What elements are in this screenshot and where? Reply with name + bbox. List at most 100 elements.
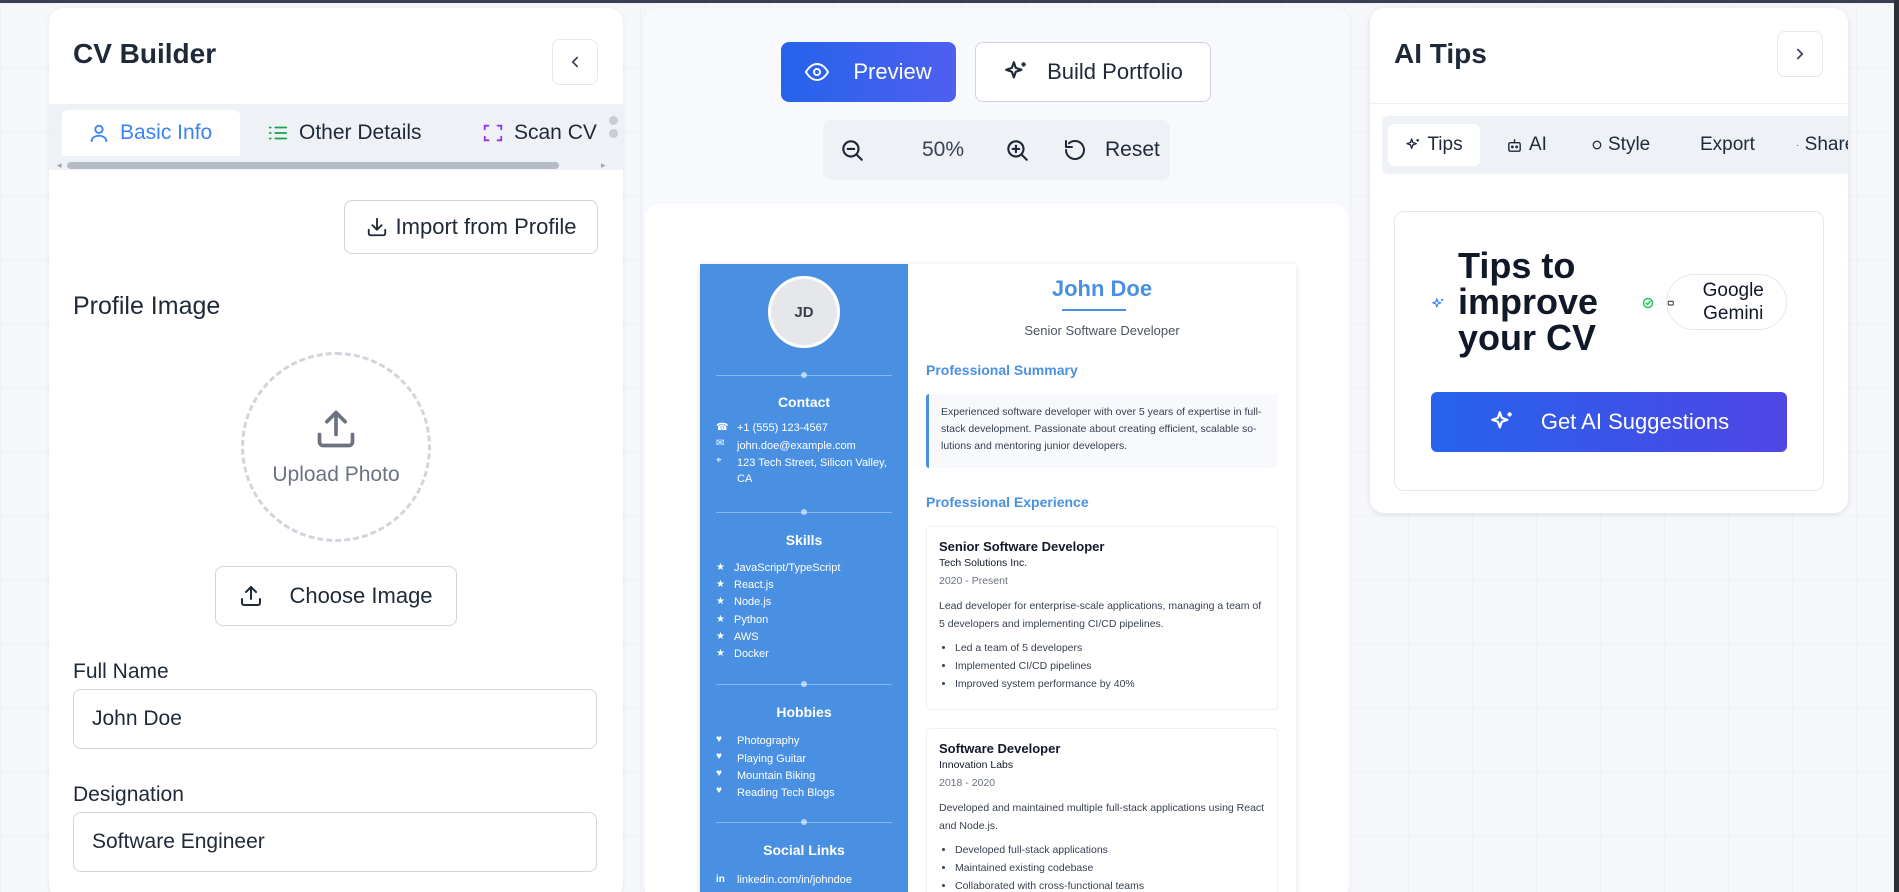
- panel-title: CV Builder: [73, 38, 217, 69]
- tab-label: Scan CV: [514, 121, 597, 144]
- scroll-left-arrow[interactable]: ◂: [57, 160, 62, 171]
- skill-item: Docker: [734, 648, 769, 660]
- full-name-input[interactable]: [73, 689, 597, 749]
- skill-item: React.js: [734, 579, 774, 591]
- chevron-right-icon: [1796, 48, 1804, 60]
- choose-image-button[interactable]: Choose Image: [215, 566, 457, 626]
- summary-heading: Professional Summary: [926, 362, 1078, 378]
- job-dates: 2018 - 2020: [939, 777, 996, 789]
- hobby-item: Photography: [737, 735, 800, 747]
- location-icon: ⌖: [716, 455, 722, 466]
- bot-icon: [1667, 300, 1674, 305]
- job-company: Innovation Labs: [939, 759, 1014, 771]
- tab-label: Share: [1804, 134, 1848, 155]
- hobby-item: Playing Guitar: [737, 753, 807, 765]
- tab-scan-cv[interactable]: Scan CV: [482, 110, 622, 156]
- job-description: Developed and maintained multiple full-s…: [939, 802, 1265, 832]
- heart-icon: ♥: [716, 751, 722, 762]
- user-icon: [90, 124, 108, 143]
- sparkles-icon: [1406, 138, 1420, 149]
- scan-icon: [483, 124, 503, 142]
- expand-panel-button[interactable]: [1777, 31, 1823, 77]
- hobby-item: Reading Tech Blogs: [737, 787, 835, 799]
- experience-item: Senior Software Developer Tech Solutions…: [926, 526, 1278, 710]
- star-icon: ★: [716, 631, 725, 642]
- scrollbar-thumb[interactable]: [67, 162, 559, 169]
- hobby-item: Mountain Biking: [737, 770, 816, 782]
- summary-text: Experienced software developer with over…: [926, 394, 1278, 468]
- full-name-label: Full Name: [73, 660, 169, 683]
- avatar: JD: [768, 276, 840, 348]
- tab-share[interactable]: · Share: [1796, 124, 1848, 166]
- star-icon: ★: [716, 579, 725, 590]
- job-bullet: Improved system performance by 40%: [955, 675, 1265, 693]
- sparkles-icon: [1432, 298, 1444, 308]
- sparkles-icon: [1490, 411, 1512, 429]
- job-title: Software Developer: [939, 741, 1061, 756]
- reset-icon: [1065, 140, 1085, 160]
- mail-icon: ✉: [716, 438, 725, 449]
- build-portfolio-button[interactable]: Build Portfolio: [975, 42, 1211, 102]
- tab-style[interactable]: Style: [1592, 124, 1650, 166]
- button-label: Reset: [1105, 138, 1160, 161]
- job-bullet: Led a team of 5 developers: [955, 639, 1265, 657]
- button-label: Import from Profile: [395, 214, 577, 239]
- designation-input[interactable]: [73, 812, 597, 872]
- tabs-vertical-scroll[interactable]: [609, 116, 619, 152]
- import-from-profile-button[interactable]: Import from Profile: [344, 200, 598, 254]
- collapse-panel-button[interactable]: [552, 39, 598, 85]
- tabs-scrollbar[interactable]: ◂ ▸: [57, 160, 609, 170]
- check-circle-icon: [1642, 297, 1654, 309]
- bot-icon: [1508, 138, 1521, 152]
- tab-basic-info[interactable]: Basic Info: [62, 110, 240, 156]
- skills-heading: Skills: [785, 532, 823, 548]
- star-icon: ★: [716, 596, 725, 607]
- provider-name: Google Gemini: [1702, 280, 1764, 324]
- cv-document: JD Contact ☎ +1 (555) 123-4567 ✉ john.do…: [700, 264, 1296, 892]
- tab-label: Other Details: [299, 121, 422, 144]
- tab-export[interactable]: Export: [1700, 124, 1755, 166]
- form-tabs: Basic Info Other Details Scan CV ◂ ▸: [49, 104, 623, 170]
- heart-icon: ♥: [716, 768, 722, 779]
- star-icon: ★: [716, 648, 725, 659]
- linkedin-link[interactable]: linkedin.com/in/johndoe: [737, 872, 897, 888]
- provider-badge: Google Gemini: [1666, 274, 1787, 330]
- cv-builder-header: CV Builder: [49, 8, 623, 104]
- phone: +1 (555) 123-4567: [737, 422, 828, 434]
- preview-panel: Preview Build Portfolio 50% Reset JD Con…: [643, 8, 1350, 892]
- job-bullets: Developed full-stack applications Mainta…: [939, 841, 1265, 892]
- button-label: Get AI Suggestions: [1540, 409, 1730, 434]
- tab-label: Basic Info: [120, 121, 213, 144]
- tab-ai[interactable]: AI: [1506, 124, 1547, 166]
- window-right-edge: [1894, 0, 1899, 892]
- phone-icon: ☎: [716, 422, 729, 433]
- divider-dot: [801, 681, 807, 687]
- hobbies-heading: Hobbies: [776, 704, 832, 720]
- reset-zoom-button[interactable]: Reset: [1063, 120, 1160, 180]
- scroll-dot: [609, 116, 618, 125]
- zoom-in-icon: [1007, 140, 1028, 161]
- share-icon: ·: [1796, 140, 1799, 150]
- header-divider: [1370, 103, 1848, 104]
- get-ai-suggestions-button[interactable]: Get AI Suggestions: [1431, 392, 1787, 452]
- skill-item: Node.js: [734, 596, 772, 608]
- social-links-heading: Social Links: [763, 842, 845, 858]
- scroll-right-arrow[interactable]: ▸: [601, 160, 606, 171]
- zoom-out-button[interactable]: [839, 120, 865, 180]
- button-label: Preview: [853, 59, 932, 84]
- cv-sidebar: JD Contact ☎ +1 (555) 123-4567 ✉ john.do…: [700, 264, 908, 892]
- tab-other-details[interactable]: Other Details: [267, 110, 447, 156]
- preview-button[interactable]: Preview: [781, 42, 956, 102]
- ai-tips-panel: AI Tips Tips AI Style Export · Share Tip…: [1370, 8, 1848, 513]
- button-label: Choose Image: [289, 583, 433, 608]
- zoom-in-button[interactable]: [1004, 120, 1030, 180]
- heart-icon: ♥: [716, 734, 722, 745]
- job-bullet: Collaborated with cross-functional teams: [955, 877, 1265, 892]
- scroll-dot: [609, 129, 618, 138]
- palette-icon: [1592, 140, 1602, 150]
- tab-tips[interactable]: Tips: [1388, 124, 1480, 166]
- tips-heading: Tips to improve your CV: [1458, 245, 1599, 358]
- upload-photo-dropzone[interactable]: Upload Photo: [241, 352, 431, 542]
- job-description: Lead developer for enterprise-scale appl…: [939, 600, 1262, 630]
- divider-dot: [801, 372, 807, 378]
